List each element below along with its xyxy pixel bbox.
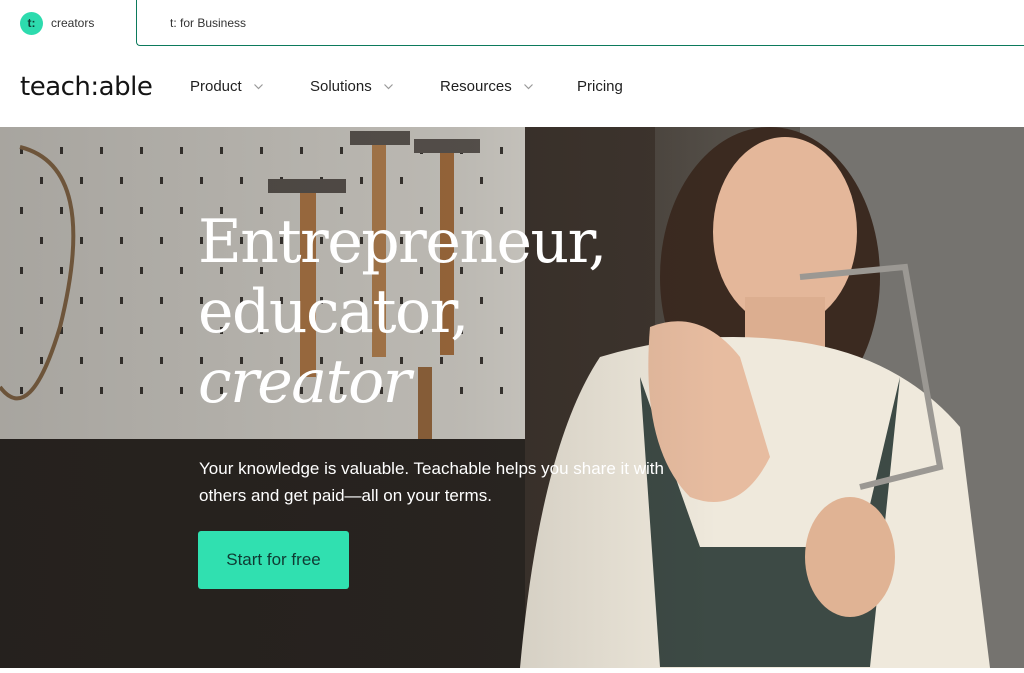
- headline-line-emphasis: creator: [198, 347, 411, 417]
- chevron-down-icon: [253, 81, 264, 92]
- hero-headline: Entrepreneur, educator, creator: [198, 207, 607, 417]
- teachable-logo[interactable]: teach:able: [20, 72, 153, 102]
- headline-line: educator,: [198, 277, 469, 347]
- business-tab-label: t: for Business: [170, 15, 247, 30]
- creators-tab-label: creators: [51, 16, 95, 30]
- page-bottom: [0, 668, 1024, 673]
- nav-item-label: Solutions: [310, 78, 372, 95]
- nav-item-solutions[interactable]: Solutions: [310, 78, 394, 95]
- main-nav: teach:able Product Solutions Resources P…: [0, 46, 1024, 127]
- nav-item-resources[interactable]: Resources: [440, 78, 534, 95]
- headline-line: Entrepreneur,: [198, 207, 607, 277]
- creators-tab[interactable]: t: creators: [0, 0, 137, 46]
- start-for-free-button[interactable]: Start for free: [198, 531, 349, 589]
- nav-item-label: Product: [190, 78, 242, 95]
- chevron-down-icon: [523, 81, 534, 92]
- business-tab[interactable]: t: for Business: [136, 0, 1024, 46]
- nav-item-label: Resources: [440, 78, 512, 95]
- audience-switcher: t: creators t: for Business: [0, 0, 1024, 46]
- nav-item-pricing[interactable]: Pricing: [577, 78, 623, 95]
- hero-section: Entrepreneur, educator, creator Your kno…: [0, 127, 1024, 668]
- hero-subtext: Your knowledge is valuable. Teachable he…: [199, 459, 664, 505]
- nav-item-product[interactable]: Product: [190, 78, 264, 95]
- chevron-down-icon: [383, 81, 394, 92]
- nav-item-label: Pricing: [577, 78, 623, 95]
- teachable-badge-icon: t:: [20, 11, 43, 35]
